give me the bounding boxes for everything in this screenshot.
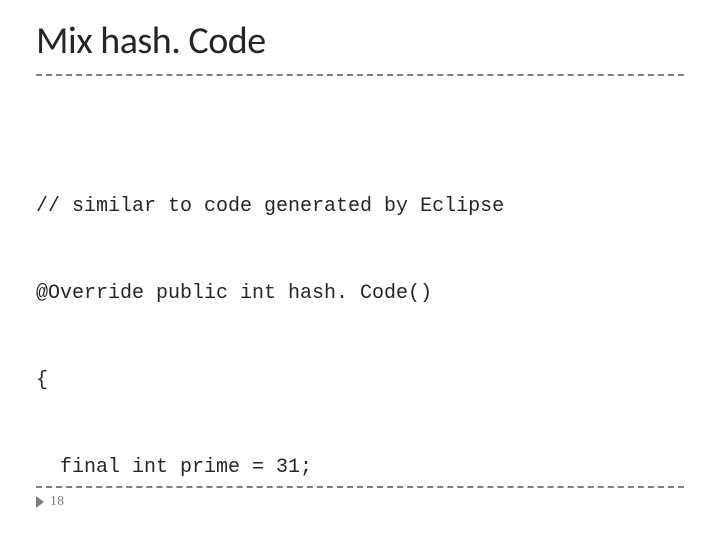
chevron-right-icon [36, 496, 44, 508]
code-line: { [36, 366, 684, 395]
slide: Mix hash. Code // similar to code genera… [0, 0, 720, 540]
code-block: // similar to code generated by Eclipse … [36, 134, 684, 540]
code-line: // similar to code generated by Eclipse [36, 192, 684, 221]
page-number: 18 [50, 494, 64, 510]
footer-divider [36, 486, 684, 488]
code-line: final int prime = 31; [36, 453, 684, 482]
slide-title: Mix hash. Code [36, 18, 684, 64]
code-line: @Override public int hash. Code() [36, 279, 684, 308]
title-divider [36, 74, 684, 76]
footer: 18 [36, 486, 684, 510]
page-row: 18 [36, 494, 684, 510]
